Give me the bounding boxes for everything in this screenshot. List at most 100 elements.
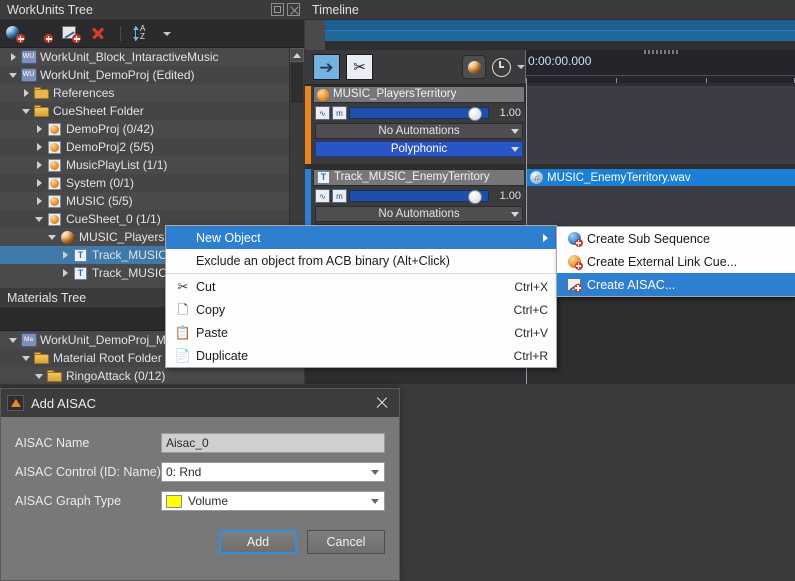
tree-row[interactable]: RingoAttack (0/12)	[0, 367, 304, 383]
cancel-button[interactable]: Cancel	[307, 530, 385, 554]
twisty-icon[interactable]	[19, 355, 33, 361]
twisty-icon[interactable]	[19, 89, 33, 97]
automation-select[interactable]: No Automations	[315, 206, 523, 222]
track-controls: ∿ m 1.00	[313, 186, 525, 204]
context-submenu-item[interactable]: Create External Link Cue...	[557, 250, 795, 273]
twisty-icon[interactable]	[32, 197, 46, 205]
twisty-icon[interactable]	[6, 53, 20, 61]
workunits-tree-title: WorkUnits Tree	[0, 0, 304, 20]
add-button[interactable]: Add	[219, 530, 297, 554]
context-submenu-item[interactable]: Create AISAC...	[557, 273, 795, 296]
select-tool-button[interactable]: ➔	[313, 54, 340, 80]
tree-row[interactable]: DemoProj2 (5/5)	[0, 138, 304, 156]
volume-slider[interactable]	[349, 190, 489, 204]
close-icon[interactable]	[371, 392, 393, 414]
tree-row[interactable]: References	[0, 84, 304, 102]
twisty-icon[interactable]	[45, 234, 59, 240]
twisty-icon[interactable]	[19, 108, 33, 114]
aisac-graph-type-select[interactable]: Volume	[161, 491, 385, 511]
track-lane[interactable]	[526, 86, 795, 164]
scissors-icon: ✂	[177, 279, 189, 294]
workunit-icon: WU	[20, 68, 37, 82]
automation-select[interactable]: No Automations	[315, 123, 523, 139]
context-menu-item[interactable]: 📋 Paste Ctrl+V	[166, 321, 556, 344]
twisty-icon[interactable]	[6, 337, 20, 343]
cuesheet-icon	[48, 140, 61, 154]
context-menu-item-label: Duplicate	[196, 348, 249, 363]
context-menu-item[interactable]: New Object	[166, 226, 556, 249]
twisty-icon[interactable]	[32, 125, 46, 133]
automation-curve-icon[interactable]: ∿	[315, 189, 330, 203]
waveform-icon: ♫	[530, 171, 543, 184]
scroll-thumb[interactable]	[291, 63, 303, 103]
cut-tool-button[interactable]: ✂	[346, 54, 373, 80]
context-menu[interactable]: New Object Exclude an object from ACB bin…	[165, 225, 557, 368]
context-menu-item[interactable]: Exclude an object from ACB binary (Alt+C…	[166, 249, 556, 272]
twisty-icon[interactable]	[32, 143, 46, 151]
sort-az-icon[interactable]: AZ	[132, 25, 158, 42]
scroll-up-button[interactable]	[290, 48, 304, 62]
track-header[interactable]: MUSIC_PlayersTerritory ∿ m 1.00 No Automatio…	[305, 86, 525, 164]
context-menu-item[interactable]: ✂ Cut Ctrl+X	[166, 275, 556, 298]
panel-window-buttons	[271, 3, 300, 16]
track-name-row[interactable]: MUSIC_PlayersTerritory	[313, 86, 525, 103]
cue-plus-icon[interactable]	[34, 24, 53, 43]
twisty-icon[interactable]	[32, 216, 46, 222]
close-panel-button[interactable]	[287, 3, 300, 16]
duplicate-icon: 📄	[174, 348, 192, 363]
aisac-name-input[interactable]: Aisac_0	[161, 433, 385, 453]
twisty-icon[interactable]	[58, 269, 72, 277]
red-x-icon[interactable]	[90, 24, 109, 43]
audio-clip[interactable]: ♫ MUSIC_EnemyTerritory.wav	[527, 169, 795, 186]
context-submenu-item[interactable]: Create Sub Sequence	[557, 227, 795, 250]
float-panel-button[interactable]	[271, 3, 284, 16]
context-menu-item-label: Cut	[196, 279, 216, 294]
track-icon: T	[74, 248, 87, 262]
twisty-icon[interactable]	[32, 161, 46, 169]
workunit-icon: WU	[20, 50, 37, 64]
context-menu-item[interactable]: 📄 Duplicate Ctrl+R	[166, 344, 556, 367]
submenu-arrow-icon	[543, 233, 548, 242]
context-menu-shortcut: Ctrl+V	[514, 325, 548, 340]
context-menu-shortcut: Ctrl+R	[513, 348, 548, 363]
tree-row-label: DemoProj (0/42)	[66, 122, 155, 136]
clock-chevron-down-icon[interactable]	[517, 65, 525, 69]
aisac-control-value: 0: Rnd	[166, 465, 202, 479]
timeline-ruler[interactable]: 0:00:00.000	[525, 50, 795, 83]
aisac-control-select[interactable]: 0: Rnd	[161, 462, 385, 482]
volume-value: 1.00	[499, 107, 521, 119]
tree-row-label: Material Root Folder	[53, 351, 162, 365]
clock-icon[interactable]	[492, 57, 511, 77]
track-name-row[interactable]: T Track_MUSIC_EnemyTerritory	[313, 169, 525, 186]
automation-curve-icon[interactable]: ∿	[315, 106, 330, 120]
add-aisac-dialog: Add AISAC AISAC Name Aisac_0 AISAC Contr…	[0, 388, 400, 581]
tree-row[interactable]: MUSIC (5/5)	[0, 192, 304, 210]
track-name-label: MUSIC_PlayersTerritory	[333, 88, 457, 100]
cue-preview-button[interactable]	[462, 55, 486, 79]
context-submenu-item-label: Create Sub Sequence	[587, 231, 711, 246]
track-mode-select[interactable]: Polyphonic	[315, 141, 523, 157]
twisty-icon[interactable]	[32, 179, 46, 187]
mute-icon[interactable]: m	[332, 106, 347, 120]
blue-sphere-plus-icon[interactable]	[6, 24, 25, 43]
tree-row[interactable]: MusicPlayList (1/1)	[0, 156, 304, 174]
context-submenu-new-object[interactable]: Create Sub Sequence Create External Link …	[556, 226, 795, 297]
tree-row[interactable]: WU WorkUnit_DemoProj (Edited)	[0, 66, 304, 84]
context-menu-item[interactable]: 🗋 Copy Ctrl+C	[166, 298, 556, 321]
tree-row[interactable]: WU WorkUnit_Block_IntaractiveMusic	[0, 48, 304, 66]
tree-row[interactable]: CueSheet Folder	[0, 102, 304, 120]
field-aisac-control: AISAC Control (ID: Name) 0: Rnd	[15, 462, 385, 482]
volume-slider[interactable]	[349, 107, 489, 121]
tree-row[interactable]: DemoProj (0/42)	[0, 120, 304, 138]
tree-row[interactable]: System (0/1)	[0, 174, 304, 192]
ruler-grip[interactable]	[643, 50, 678, 54]
aisac-graph-plus-icon[interactable]	[62, 24, 81, 43]
twisty-icon[interactable]	[32, 373, 46, 379]
chevron-down-icon[interactable]	[163, 31, 171, 36]
mute-icon[interactable]: m	[332, 189, 347, 203]
folder-open-icon	[34, 352, 49, 364]
track-accent	[305, 86, 311, 164]
twisty-icon[interactable]	[6, 72, 20, 78]
twisty-icon[interactable]	[58, 251, 72, 259]
tree-row-label: WorkUnit_DemoProj (Edited)	[40, 68, 195, 82]
